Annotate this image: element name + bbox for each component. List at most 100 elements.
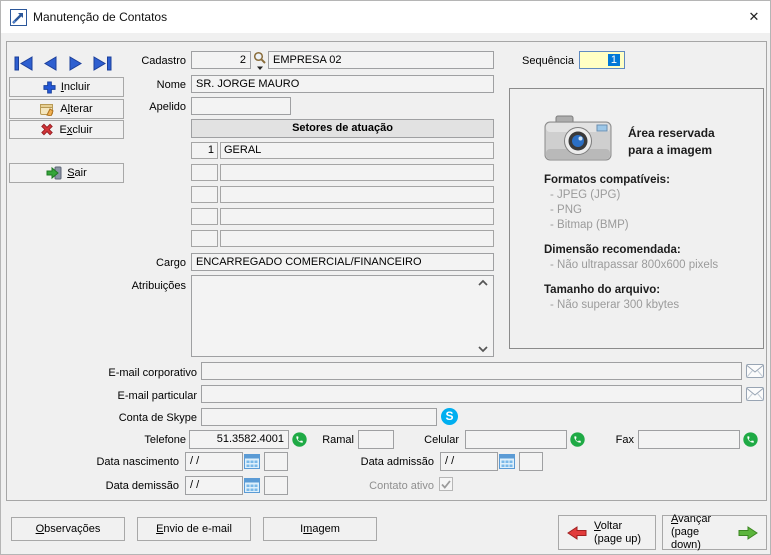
setores-row-name[interactable] xyxy=(220,164,494,181)
setores-row-num[interactable] xyxy=(191,208,218,225)
excluir-label: Excluir xyxy=(59,123,93,136)
fax-field[interactable] xyxy=(638,430,740,449)
data-nascimento-field[interactable]: / / xyxy=(185,452,243,471)
reserved-area-text: Área reservada para a imagem xyxy=(628,126,715,157)
ramal-field[interactable] xyxy=(358,430,394,449)
incluir-button[interactable]: Incluir xyxy=(9,77,124,97)
fax-label: Fax xyxy=(615,434,634,446)
image-reserved-panel: Área reservada para a imagem Formatos co… xyxy=(509,88,764,349)
email-particular-label: E-mail particular xyxy=(117,390,197,402)
format-item: - PNG xyxy=(550,204,582,216)
setores-row-num[interactable] xyxy=(191,230,218,247)
ramal-label: Ramal xyxy=(322,434,354,446)
setores-row-name[interactable] xyxy=(220,186,494,203)
data-demissao-field[interactable]: / / xyxy=(185,476,243,495)
telefone-label: Telefone xyxy=(144,434,186,446)
sequencia-selected-text: 1 xyxy=(607,54,620,66)
setores-row-num[interactable] xyxy=(191,186,218,203)
email-particular-field[interactable] xyxy=(201,385,742,403)
envio-email-button[interactable]: Envio de e-mail xyxy=(137,517,251,541)
window-title: Manutenção de Contatos xyxy=(33,10,168,24)
arrow-right-icon xyxy=(738,525,758,540)
setores-row-name[interactable]: GERAL xyxy=(220,142,494,159)
nome-field[interactable]: SR. JORGE MAURO xyxy=(191,75,494,93)
apelido-field[interactable] xyxy=(191,97,291,115)
app-icon xyxy=(10,9,27,26)
setores-row-name[interactable] xyxy=(220,208,494,225)
envelope-icon[interactable] xyxy=(746,387,764,401)
data-demissao-aux-field[interactable] xyxy=(264,476,288,495)
data-admissao-field[interactable]: / / xyxy=(440,452,498,471)
envelope-icon[interactable] xyxy=(746,364,764,378)
contato-ativo-checkbox xyxy=(439,477,453,491)
data-nascimento-label: Data nascimento xyxy=(96,456,179,468)
calendar-icon[interactable] xyxy=(244,453,260,470)
setores-row-num[interactable]: 1 xyxy=(191,142,218,159)
plus-icon xyxy=(43,80,56,94)
telefone-field[interactable]: 51.3582.4001 xyxy=(189,430,289,449)
skype-field[interactable] xyxy=(201,408,437,426)
cadastro-label: Cadastro xyxy=(141,55,186,67)
dimension-item: - Não ultrapassar 800x600 pixels xyxy=(550,259,719,271)
delete-x-icon xyxy=(40,123,54,136)
atribuicoes-textarea[interactable] xyxy=(191,275,494,357)
email-corporativo-label: E-mail corporativo xyxy=(108,367,197,379)
arrow-left-icon xyxy=(567,525,587,540)
data-demissao-label: Data demissão xyxy=(105,480,179,492)
avancar-label: Avançar (page down) xyxy=(671,513,712,551)
edit-form-icon xyxy=(40,103,55,116)
observacoes-button[interactable]: Observações xyxy=(11,517,125,541)
celular-field[interactable] xyxy=(465,430,567,449)
setores-table-header: Setores de atuação xyxy=(191,119,494,138)
dimension-title: Dimensão recomendada: xyxy=(544,244,681,256)
setores-row-num[interactable] xyxy=(191,164,218,181)
setores-row-name[interactable] xyxy=(220,230,494,247)
cadastro-code-field[interactable]: 2 xyxy=(191,51,251,69)
email-corporativo-field[interactable] xyxy=(201,362,742,380)
close-icon[interactable]: ✕ xyxy=(742,6,766,28)
calendar-icon[interactable] xyxy=(244,477,260,494)
image-info-block: Formatos compatíveis: - JPEG (JPG) - PNG… xyxy=(544,173,754,313)
title-bar: Manutenção de Contatos ✕ xyxy=(1,1,770,33)
voltar-button[interactable]: Voltar (page up) xyxy=(558,515,656,550)
format-item: - Bitmap (BMP) xyxy=(550,219,629,231)
alterar-button[interactable]: Alterar xyxy=(9,99,124,119)
alterar-label: Alterar xyxy=(60,103,93,115)
first-record-icon[interactable] xyxy=(12,55,36,72)
phone-icon[interactable] xyxy=(292,432,307,447)
celular-label: Celular xyxy=(424,434,459,446)
data-admissao-aux-field[interactable] xyxy=(519,452,543,471)
dialog-manutencao-contatos: Manutenção de Contatos ✕ Incluir Alterar… xyxy=(0,0,771,555)
avancar-button[interactable]: Avançar (page down) xyxy=(662,513,767,551)
sequencia-label: Sequência xyxy=(522,55,574,67)
nome-label: Nome xyxy=(156,79,186,91)
cargo-field[interactable]: ENCARREGADO COMERCIAL/FINANCEIRO xyxy=(191,253,494,271)
previous-record-icon[interactable] xyxy=(38,55,62,72)
apelido-label: Apelido xyxy=(149,101,186,113)
size-item: - Não superar 300 kbytes xyxy=(550,299,680,311)
skype-label: Conta de Skype xyxy=(118,412,197,424)
voltar-label: Voltar (page up) xyxy=(594,519,642,545)
camera-icon xyxy=(544,113,612,165)
contato-ativo-label: Contato ativo xyxy=(369,480,434,492)
next-record-icon[interactable] xyxy=(64,55,88,72)
size-title: Tamanho do arquivo: xyxy=(544,284,661,296)
exit-door-icon xyxy=(46,166,62,180)
data-admissao-label: Data admissão xyxy=(360,456,434,468)
skype-icon[interactable]: S xyxy=(441,408,458,425)
phone-icon[interactable] xyxy=(743,432,758,447)
cadastro-name-field[interactable]: EMPRESA 02 xyxy=(268,51,494,69)
calendar-icon[interactable] xyxy=(499,453,515,470)
phone-icon[interactable] xyxy=(570,432,585,447)
lookup-magnifier-icon[interactable] xyxy=(253,51,267,71)
data-nascimento-aux-field[interactable] xyxy=(264,452,288,471)
sair-label: Sair xyxy=(67,167,87,179)
incluir-label: Incluir xyxy=(60,81,91,93)
scroll-up-icon[interactable] xyxy=(477,279,491,289)
formats-title: Formatos compatíveis: xyxy=(544,174,670,186)
scroll-down-icon[interactable] xyxy=(477,345,491,355)
sair-button[interactable]: Sair xyxy=(9,163,124,183)
sequencia-field[interactable]: 1 xyxy=(579,51,625,69)
excluir-button[interactable]: Excluir xyxy=(9,120,124,139)
imagem-button[interactable]: Imagem xyxy=(263,517,377,541)
